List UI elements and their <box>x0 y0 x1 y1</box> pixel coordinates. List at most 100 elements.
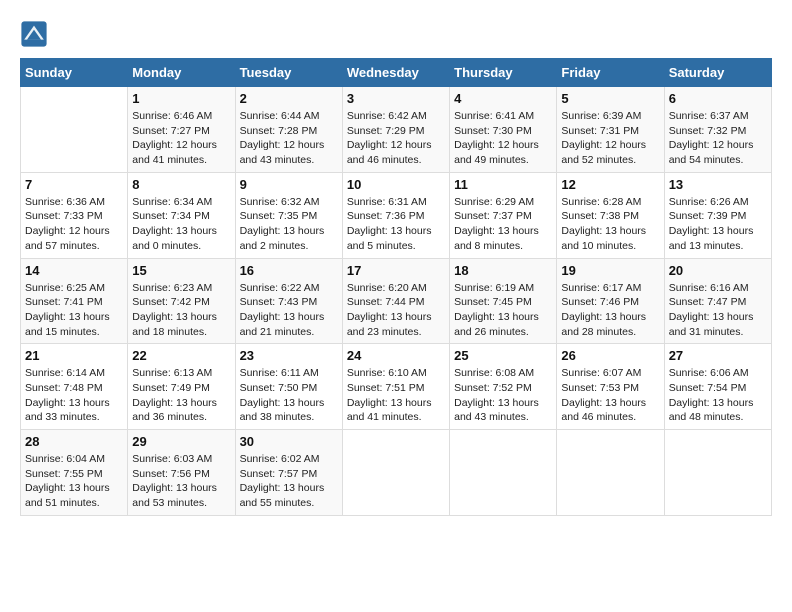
day-info: Sunrise: 6:11 AM Sunset: 7:50 PM Dayligh… <box>240 366 338 425</box>
day-header-sunday: Sunday <box>21 59 128 87</box>
calendar-cell: 20 Sunrise: 6:16 AM Sunset: 7:47 PM Dayli… <box>664 258 771 344</box>
day-number: 2 <box>240 91 338 106</box>
day-number: 14 <box>25 263 123 278</box>
day-info: Sunrise: 6:16 AM Sunset: 7:47 PM Dayligh… <box>669 281 767 340</box>
day-number: 4 <box>454 91 552 106</box>
calendar-cell: 30Sunrise: 6:02 AM Sunset: 7:57 PM Dayli… <box>235 430 342 516</box>
day-number: 7 <box>25 177 123 192</box>
day-info: Sunrise: 6:37 AM Sunset: 7:32 PM Dayligh… <box>669 109 767 168</box>
calendar-cell: 25 Sunrise: 6:08 AM Sunset: 7:52 PM Dayli… <box>450 344 557 430</box>
day-info: Sunrise: 6:29 AM Sunset: 7:37 PM Dayligh… <box>454 195 552 254</box>
day-info: Sunrise: 6:17 AM Sunset: 7:46 PM Dayligh… <box>561 281 659 340</box>
day-info: Sunrise: 6:14 AM Sunset: 7:48 PM Dayligh… <box>25 366 123 425</box>
calendar-cell: 26 Sunrise: 6:07 AM Sunset: 7:53 PM Dayli… <box>557 344 664 430</box>
logo <box>20 20 52 48</box>
calendar-cell: 8 Sunrise: 6:34 AM Sunset: 7:34 PM Daylig… <box>128 172 235 258</box>
day-info: Sunrise: 6:13 AM Sunset: 7:49 PM Dayligh… <box>132 366 230 425</box>
calendar-cell: 13 Sunrise: 6:26 AM Sunset: 7:39 PM Dayli… <box>664 172 771 258</box>
calendar-cell: 17 Sunrise: 6:20 AM Sunset: 7:44 PM Dayli… <box>342 258 449 344</box>
day-info: Sunrise: 6:42 AM Sunset: 7:29 PM Dayligh… <box>347 109 445 168</box>
day-number: 28 <box>25 434 123 449</box>
calendar-cell: 5 Sunrise: 6:39 AM Sunset: 7:31 PM Daylig… <box>557 87 664 173</box>
day-number: 17 <box>347 263 445 278</box>
calendar-cell: 7 Sunrise: 6:36 AM Sunset: 7:33 PM Daylig… <box>21 172 128 258</box>
day-number: 5 <box>561 91 659 106</box>
day-info: Sunrise: 6:08 AM Sunset: 7:52 PM Dayligh… <box>454 366 552 425</box>
day-info: Sunrise: 6:39 AM Sunset: 7:31 PM Dayligh… <box>561 109 659 168</box>
day-info: Sunrise: 6:26 AM Sunset: 7:39 PM Dayligh… <box>669 195 767 254</box>
calendar-week-row: 21 Sunrise: 6:14 AM Sunset: 7:48 PM Dayli… <box>21 344 772 430</box>
day-info: Sunrise: 6:02 AM Sunset: 7:57 PM Dayligh… <box>240 452 338 511</box>
calendar-header-row: SundayMondayTuesdayWednesdayThursdayFrid… <box>21 59 772 87</box>
day-info: Sunrise: 6:31 AM Sunset: 7:36 PM Dayligh… <box>347 195 445 254</box>
calendar-cell: 3 Sunrise: 6:42 AM Sunset: 7:29 PM Daylig… <box>342 87 449 173</box>
page-header <box>20 20 772 48</box>
calendar-week-row: 28 Sunrise: 6:04 AM Sunset: 7:55 PM Dayli… <box>21 430 772 516</box>
calendar-cell <box>21 87 128 173</box>
day-info: Sunrise: 6:44 AM Sunset: 7:28 PM Dayligh… <box>240 109 338 168</box>
day-info: Sunrise: 6:23 AM Sunset: 7:42 PM Dayligh… <box>132 281 230 340</box>
calendar-cell: 22 Sunrise: 6:13 AM Sunset: 7:49 PM Dayli… <box>128 344 235 430</box>
day-number: 12 <box>561 177 659 192</box>
day-info: Sunrise: 6:19 AM Sunset: 7:45 PM Dayligh… <box>454 281 552 340</box>
day-info: Sunrise: 6:22 AM Sunset: 7:43 PM Dayligh… <box>240 281 338 340</box>
day-info: Sunrise: 6:41 AM Sunset: 7:30 PM Dayligh… <box>454 109 552 168</box>
day-number: 1 <box>132 91 230 106</box>
calendar-cell: 12Sunrise: 6:28 AM Sunset: 7:38 PM Dayli… <box>557 172 664 258</box>
calendar-week-row: 14 Sunrise: 6:25 AM Sunset: 7:41 PM Dayli… <box>21 258 772 344</box>
day-number: 26 <box>561 348 659 363</box>
day-info: Sunrise: 6:25 AM Sunset: 7:41 PM Dayligh… <box>25 281 123 340</box>
day-number: 24 <box>347 348 445 363</box>
day-info: Sunrise: 6:10 AM Sunset: 7:51 PM Dayligh… <box>347 366 445 425</box>
calendar-cell: 28 Sunrise: 6:04 AM Sunset: 7:55 PM Dayli… <box>21 430 128 516</box>
calendar-cell: 19 Sunrise: 6:17 AM Sunset: 7:46 PM Dayli… <box>557 258 664 344</box>
day-number: 16 <box>240 263 338 278</box>
day-number: 18 <box>454 263 552 278</box>
day-info: Sunrise: 6:46 AM Sunset: 7:27 PM Dayligh… <box>132 109 230 168</box>
calendar-cell <box>342 430 449 516</box>
calendar-week-row: 7 Sunrise: 6:36 AM Sunset: 7:33 PM Daylig… <box>21 172 772 258</box>
calendar-cell: 18 Sunrise: 6:19 AM Sunset: 7:45 PM Dayli… <box>450 258 557 344</box>
day-info: Sunrise: 6:04 AM Sunset: 7:55 PM Dayligh… <box>25 452 123 511</box>
day-info: Sunrise: 6:06 AM Sunset: 7:54 PM Dayligh… <box>669 366 767 425</box>
day-info: Sunrise: 6:20 AM Sunset: 7:44 PM Dayligh… <box>347 281 445 340</box>
day-number: 8 <box>132 177 230 192</box>
calendar-cell: 21 Sunrise: 6:14 AM Sunset: 7:48 PM Dayli… <box>21 344 128 430</box>
day-header-saturday: Saturday <box>664 59 771 87</box>
calendar-week-row: 1 Sunrise: 6:46 AM Sunset: 7:27 PM Daylig… <box>21 87 772 173</box>
day-number: 9 <box>240 177 338 192</box>
day-info: Sunrise: 6:03 AM Sunset: 7:56 PM Dayligh… <box>132 452 230 511</box>
day-info: Sunrise: 6:34 AM Sunset: 7:34 PM Dayligh… <box>132 195 230 254</box>
calendar-cell: 2 Sunrise: 6:44 AM Sunset: 7:28 PM Daylig… <box>235 87 342 173</box>
day-header-monday: Monday <box>128 59 235 87</box>
day-number: 10 <box>347 177 445 192</box>
calendar-cell: 29 Sunrise: 6:03 AM Sunset: 7:56 PM Dayli… <box>128 430 235 516</box>
calendar-cell: 27Sunrise: 6:06 AM Sunset: 7:54 PM Dayli… <box>664 344 771 430</box>
day-number: 25 <box>454 348 552 363</box>
day-info: Sunrise: 6:07 AM Sunset: 7:53 PM Dayligh… <box>561 366 659 425</box>
calendar-cell: 24 Sunrise: 6:10 AM Sunset: 7:51 PM Dayli… <box>342 344 449 430</box>
day-number: 29 <box>132 434 230 449</box>
day-number: 13 <box>669 177 767 192</box>
day-number: 19 <box>561 263 659 278</box>
calendar-cell: 15Sunrise: 6:23 AM Sunset: 7:42 PM Dayli… <box>128 258 235 344</box>
calendar-cell: 9 Sunrise: 6:32 AM Sunset: 7:35 PM Daylig… <box>235 172 342 258</box>
day-number: 3 <box>347 91 445 106</box>
calendar-cell: 10 Sunrise: 6:31 AM Sunset: 7:36 PM Dayli… <box>342 172 449 258</box>
calendar-table: SundayMondayTuesdayWednesdayThursdayFrid… <box>20 58 772 516</box>
day-info: Sunrise: 6:36 AM Sunset: 7:33 PM Dayligh… <box>25 195 123 254</box>
calendar-cell <box>664 430 771 516</box>
calendar-cell: 6Sunrise: 6:37 AM Sunset: 7:32 PM Daylig… <box>664 87 771 173</box>
day-number: 11 <box>454 177 552 192</box>
calendar-cell <box>450 430 557 516</box>
day-number: 23 <box>240 348 338 363</box>
calendar-cell: 11 Sunrise: 6:29 AM Sunset: 7:37 PM Dayli… <box>450 172 557 258</box>
day-header-thursday: Thursday <box>450 59 557 87</box>
day-number: 21 <box>25 348 123 363</box>
calendar-cell <box>557 430 664 516</box>
calendar-cell: 1 Sunrise: 6:46 AM Sunset: 7:27 PM Daylig… <box>128 87 235 173</box>
day-number: 20 <box>669 263 767 278</box>
day-number: 22 <box>132 348 230 363</box>
day-info: Sunrise: 6:32 AM Sunset: 7:35 PM Dayligh… <box>240 195 338 254</box>
logo-icon <box>20 20 48 48</box>
